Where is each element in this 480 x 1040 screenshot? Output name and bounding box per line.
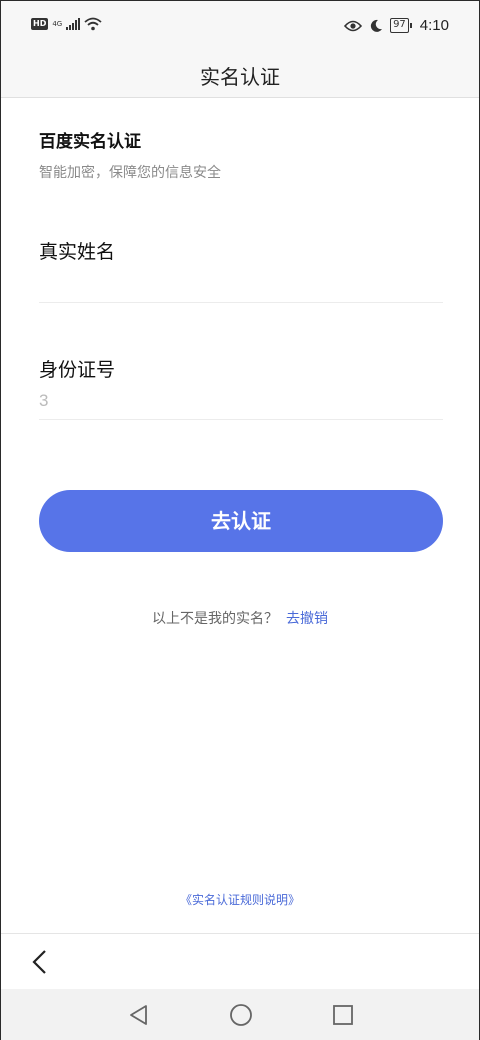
not-me-question: 以上不是我的实名？ xyxy=(152,611,278,627)
nav-recents-icon[interactable] xyxy=(331,1003,355,1027)
clock: 4:10 xyxy=(419,17,449,34)
not-me-row: 以上不是我的实名？ 去撤销 xyxy=(1,608,479,628)
name-input[interactable] xyxy=(39,270,443,300)
system-nav-bar xyxy=(1,989,479,1040)
back-arrow-icon[interactable] xyxy=(27,948,51,976)
eye-icon xyxy=(344,20,363,31)
page-header: 实名认证 xyxy=(1,53,479,98)
rules-link[interactable]: 《实名认证规则说明》 xyxy=(1,891,479,908)
moon-icon xyxy=(370,19,383,32)
hd-badge: HD xyxy=(31,18,49,30)
section-title: 百度实名认证 xyxy=(39,132,141,152)
revoke-link[interactable]: 去撤销 xyxy=(286,611,328,627)
section-subtitle: 智能加密，保障您的信息安全 xyxy=(39,165,221,181)
status-left: HD 4G xyxy=(31,17,102,31)
page-title: 实名认证 xyxy=(200,65,280,89)
id-divider xyxy=(39,419,443,420)
id-number-input[interactable] xyxy=(39,386,443,416)
name-label: 真实姓名 xyxy=(39,241,116,263)
battery-indicator: 97 xyxy=(390,18,412,33)
bottom-toolbar xyxy=(1,933,479,989)
signal-icon xyxy=(66,18,81,30)
verify-button[interactable]: 去认证 xyxy=(39,490,443,552)
nav-back-icon[interactable] xyxy=(127,1003,151,1027)
status-bar: HD 4G 97 4:10 xyxy=(1,1,479,53)
status-right: 97 4:10 xyxy=(344,17,449,34)
wifi-icon xyxy=(84,17,102,31)
nav-home-icon[interactable] xyxy=(229,1003,253,1027)
id-label: 身份证号 xyxy=(39,359,116,381)
network-type: 4G xyxy=(52,19,63,28)
name-divider xyxy=(39,302,443,303)
